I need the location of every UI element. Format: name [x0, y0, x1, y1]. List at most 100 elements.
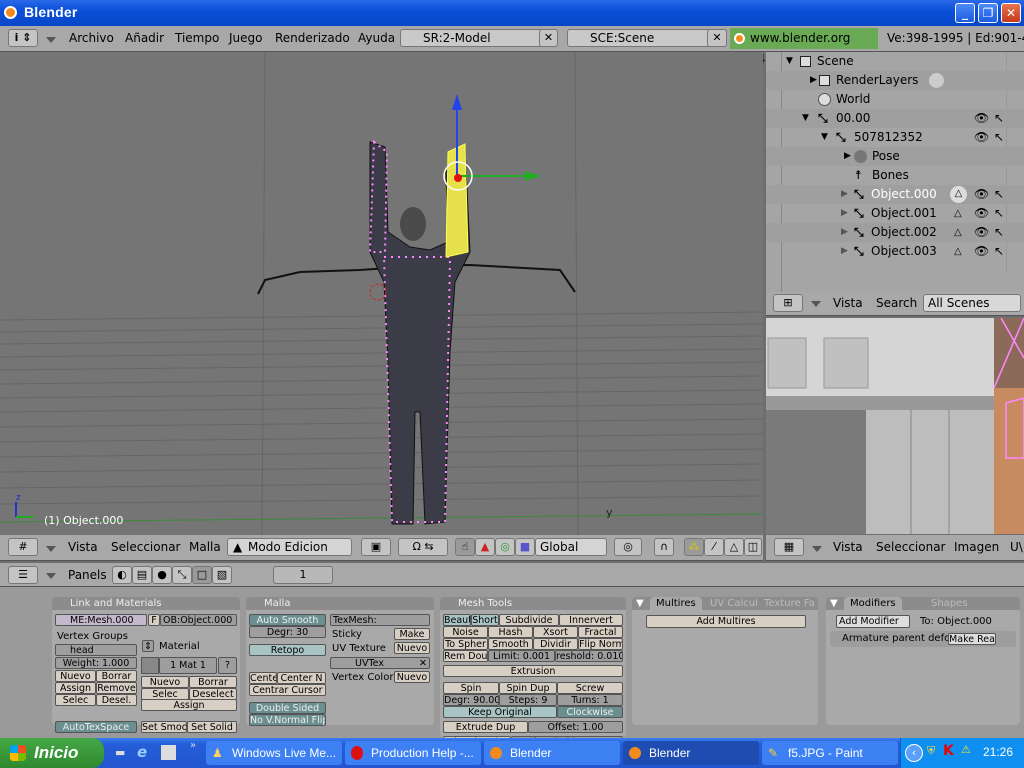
scale-manipulator-icon[interactable]: ■ [515, 538, 535, 556]
mesh-datablock-field[interactable]: ME:Mesh.000 [55, 614, 147, 626]
start-button[interactable]: Inicio [0, 738, 104, 768]
tray-expand-icon[interactable]: ‹ [905, 744, 923, 762]
screw-button[interactable]: Screw [557, 682, 623, 694]
visibility-eye-icon[interactable]: 👁 [974, 204, 989, 223]
spin-degree-field[interactable]: Degr: 90.00 [443, 694, 499, 706]
outliner-item-object-000[interactable]: Object.000 [871, 185, 937, 204]
visibility-eye-icon[interactable]: 👁 [974, 223, 989, 242]
outliner-item-scene[interactable]: Scene [817, 52, 854, 71]
vg-borrar-button[interactable]: Borrar [96, 670, 137, 682]
offset-field[interactable]: Offset: 1.00 [528, 721, 623, 733]
fake-user-button[interactable]: F [148, 614, 160, 626]
vg-selec-button[interactable]: Selec [55, 694, 96, 706]
object-context-icon[interactable]: ⤡ [172, 566, 192, 584]
quicklaunch-app-icon[interactable] [161, 745, 176, 760]
outliner-item-507812352[interactable]: 507812352 [854, 128, 923, 147]
quicklaunch-more-icon[interactable]: » [190, 740, 196, 751]
collapse-menu-icon[interactable] [812, 546, 822, 552]
collapse-menu-icon[interactable] [46, 573, 56, 579]
clockwise-toggle[interactable]: Clockwise [557, 706, 623, 718]
visibility-eye-icon[interactable]: 👁 [974, 185, 989, 204]
mat-nuevo-button[interactable]: Nuevo [141, 676, 189, 688]
extrude-dup-button[interactable]: Extrude Dup [443, 721, 528, 733]
hash-button[interactable]: Hash [488, 626, 533, 638]
rotate-manipulator-icon[interactable]: ◎ [495, 538, 515, 556]
center-button[interactable]: Cente [249, 672, 277, 684]
outliner[interactable]: ▼ Scene ▶ RenderLayers World ▼ ⤡ 00.00 👁 ↖ ▼ ⤡ 5… [766, 52, 1024, 292]
quicklaunch-desktop-icon[interactable]: ▬ [115, 746, 125, 759]
panel-title[interactable]: Malla [246, 597, 434, 610]
menu-renderizado[interactable]: Renderizado [275, 31, 350, 45]
orientation-selector[interactable]: Global [535, 538, 607, 556]
view3d-menu-malla[interactable]: Malla [189, 540, 221, 554]
z-arrow-head-icon[interactable] [452, 94, 462, 110]
3d-viewport[interactable]: z y (1) Object.000 [0, 52, 763, 535]
y-arrow-head-icon[interactable] [525, 171, 541, 181]
add-modifier-button[interactable]: Add Modifier [836, 615, 910, 628]
shading-context-icon[interactable]: ● [152, 566, 172, 584]
beauty-toggle[interactable]: Beaut [443, 614, 471, 626]
uvtex-layer-field[interactable]: UVTex ✕ [330, 657, 430, 669]
tab-multires[interactable]: Multires [650, 597, 702, 610]
tab-uv-calculation[interactable]: UV Calcul [710, 597, 758, 610]
remove-doubles-button[interactable]: Rem Dou [443, 650, 488, 662]
menu-archivo[interactable]: Archivo [69, 31, 114, 45]
vg-assign-button[interactable]: Assign [55, 682, 96, 694]
select-arrow-icon[interactable]: ↖ [994, 128, 1004, 147]
scene-selector[interactable]: SCE:Scene [567, 29, 727, 47]
frame-number-field[interactable]: 1 [273, 566, 333, 584]
outliner-scene-filter[interactable]: All Scenes [923, 294, 1021, 312]
fractal-button[interactable]: Fractal [578, 626, 623, 638]
vg-desel-button[interactable]: Desel. [96, 694, 137, 706]
add-multires-button[interactable]: Add Multires [646, 615, 806, 628]
editing-context-icon[interactable]: □ [192, 566, 212, 584]
smooth-degree-field[interactable]: Degr: 30 [249, 626, 326, 638]
outliner-item-pose[interactable]: Pose [872, 147, 900, 166]
to-sphere-button[interactable]: To Spher [443, 638, 488, 650]
outliner-item-00-00[interactable]: 00.00 [836, 109, 870, 128]
object-name-field[interactable]: OB:Object.000 [160, 614, 237, 626]
image-menu-uvs[interactable]: U\ [1010, 540, 1023, 554]
set-smooth-button[interactable]: Set Smoo [141, 721, 187, 733]
panel-title[interactable]: Link and Materials [52, 597, 240, 610]
keep-original-toggle[interactable]: Keep Original [443, 706, 557, 718]
visibility-eye-icon[interactable]: 👁 [974, 128, 989, 147]
flip-normals-button[interactable]: Flip Norm [578, 638, 623, 650]
task-blender-1[interactable]: Blender [484, 741, 620, 765]
select-arrow-icon[interactable]: ↖ [994, 242, 1004, 261]
minimize-button[interactable]: _ [955, 3, 975, 23]
image-menu-vista[interactable]: Vista [833, 540, 863, 554]
select-arrow-icon[interactable]: ↖ [994, 109, 1004, 128]
visibility-eye-icon[interactable]: 👁 [974, 242, 989, 261]
image-menu-seleccionar[interactable]: Seleccionar [876, 540, 945, 554]
turns-field[interactable]: Turns: 1 [557, 694, 623, 706]
collapse-menu-icon[interactable] [811, 301, 821, 307]
remove-uvtex-icon[interactable]: ✕ [419, 658, 427, 668]
spin-button[interactable]: Spin [443, 682, 499, 694]
material-slot-field[interactable]: 1 Mat 1 [159, 657, 217, 674]
extrusion-button[interactable]: Extrusion [443, 665, 623, 677]
weight-field[interactable]: Weight: 1.000 [55, 657, 137, 669]
outliner-item-object-001[interactable]: Object.001 [871, 204, 937, 223]
no-vnormal-flip-toggle[interactable]: No V.Normal Flip [249, 714, 326, 726]
view3d-menu-seleccionar[interactable]: Seleccionar [111, 540, 180, 554]
editor-type-info-button[interactable]: i ⇕ [8, 29, 38, 47]
menu-ayuda[interactable]: Ayuda [358, 31, 395, 45]
spin-dup-button[interactable]: Spin Dup [499, 682, 557, 694]
sticky-make-button[interactable]: Make [394, 628, 430, 640]
manipulator-center[interactable] [454, 174, 462, 182]
panel-title[interactable]: Mesh Tools [440, 597, 626, 610]
delete-screen-button[interactable]: ✕ [539, 29, 558, 47]
draw-type-button[interactable]: ▣ [361, 538, 391, 556]
manipulator-toggle-hand-icon[interactable]: ☝ [455, 538, 475, 556]
center-new-button[interactable]: Center N [277, 672, 326, 684]
mat-borrar-button[interactable]: Borrar [189, 676, 237, 688]
make-real-button[interactable]: Make Rea [948, 633, 996, 645]
network-warning-icon[interactable]: ⚠ [961, 743, 971, 756]
mode-selector[interactable]: ▲ Modo Edicion [227, 538, 352, 556]
security-shield-icon[interactable]: ⛨ [927, 744, 935, 758]
select-arrow-icon[interactable]: ↖ [994, 223, 1004, 242]
outliner-item-object-003[interactable]: Object.003 [871, 242, 937, 261]
task-paint[interactable]: ✎ f5.JPG - Paint [762, 741, 898, 765]
innervert-selector[interactable]: Innervert [559, 614, 623, 626]
